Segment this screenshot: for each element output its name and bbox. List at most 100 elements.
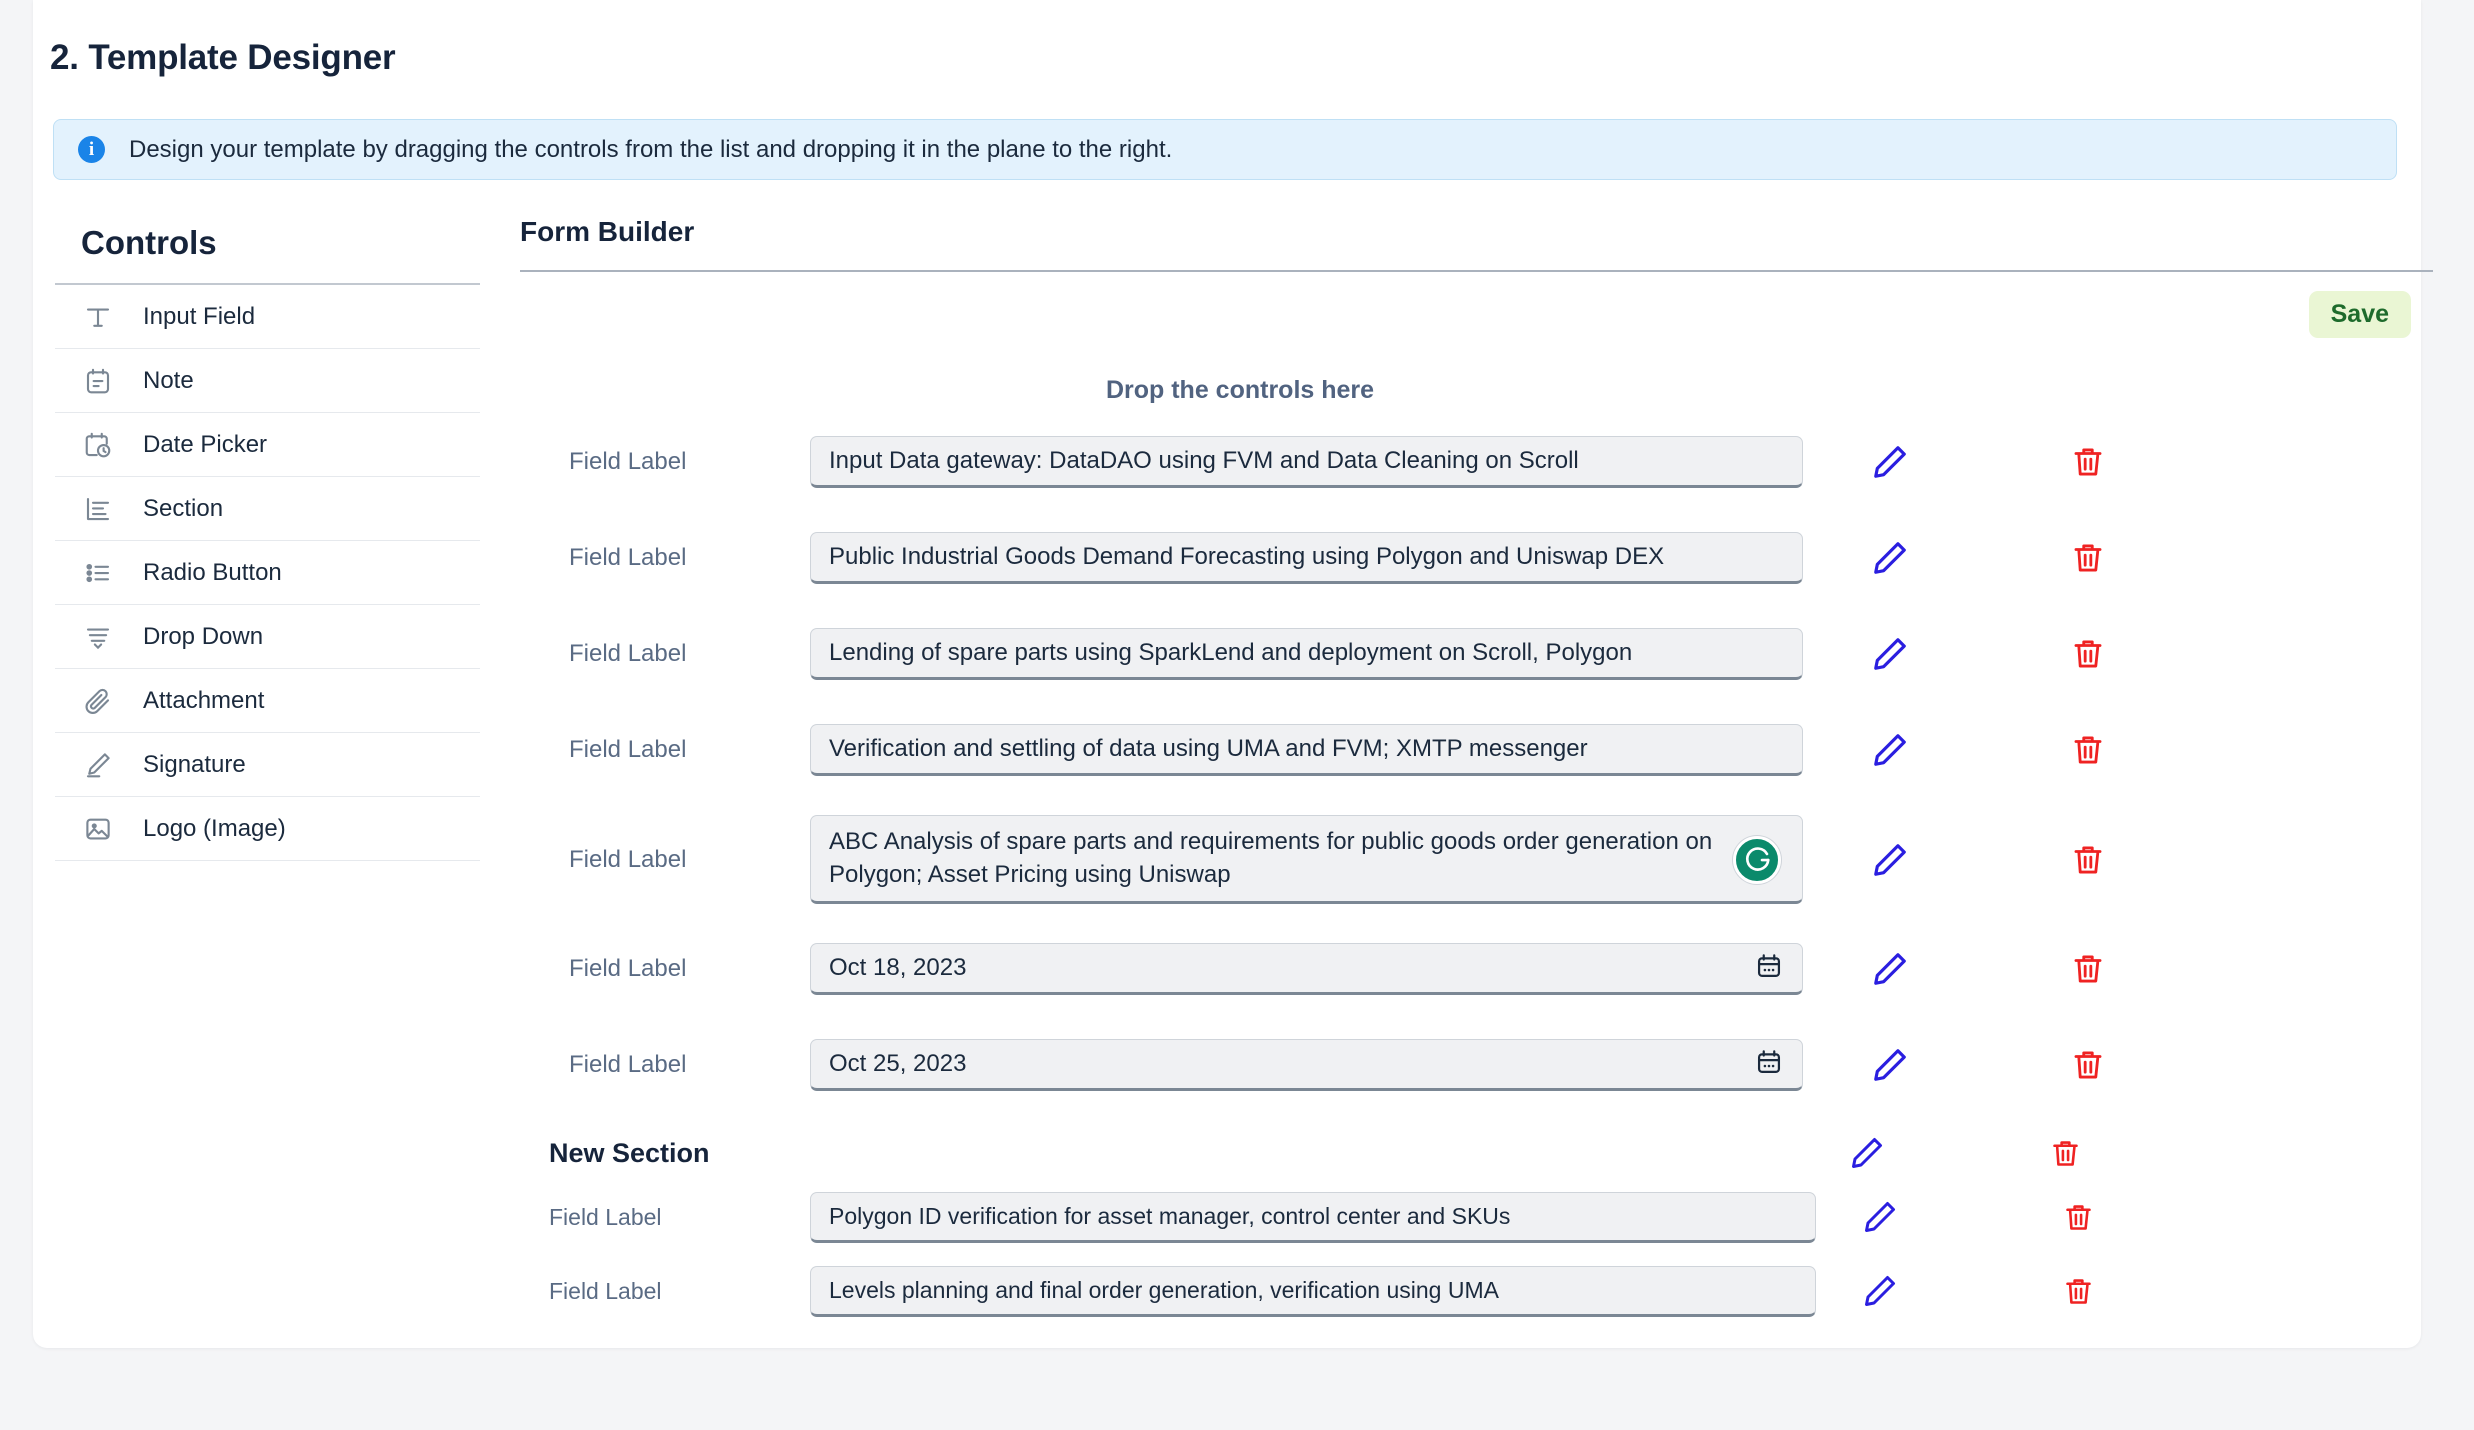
control-item-drop-down[interactable]: Drop Down [55,605,480,669]
edit-icon[interactable] [1851,1273,1909,1309]
grammarly-icon[interactable] [1733,835,1781,884]
row-actions [1858,443,2120,481]
row-actions [1858,731,2120,769]
delete-icon[interactable] [2049,1276,2107,1307]
row-control: Input Data gateway: DataDAO using FVM an… [810,436,1803,488]
form-row: Field Label Lending of spare parts using… [520,623,2433,685]
row-control: Lending of spare parts using SparkLend a… [810,628,1803,680]
control-label: Section [143,494,224,522]
field-label: Field Label [569,845,687,873]
form-row: Field Label Public Industrial Goods Dema… [520,527,2433,589]
edit-icon[interactable] [1858,443,1922,481]
calendar-icon[interactable] [1755,1049,1783,1082]
controls-panel: Controls Input Field Note Date Picker Se… [55,224,480,861]
date-picker-icon [81,428,115,462]
row-actions [1851,1273,2107,1309]
edit-icon[interactable] [1858,539,1922,577]
delete-icon[interactable] [2036,1138,2094,1169]
edit-icon[interactable] [1858,950,1922,988]
form-rows: Field Label Input Data gateway: DataDAO … [520,431,2433,1322]
row-control: Public Industrial Goods Demand Forecasti… [810,532,1803,584]
row-control: Oct 25, 2023 [810,1039,1803,1092]
control-item-note[interactable]: Note [55,349,480,413]
field-label: Field Label [549,1277,662,1304]
field-label: Field Label [569,955,687,983]
field-label: Field Label [569,1051,687,1079]
row-actions [1851,1199,2107,1235]
control-item-radio-button[interactable]: Radio Button [55,541,480,605]
calendar-icon[interactable] [1755,953,1783,986]
section-title: New Section [549,1137,710,1168]
text-input[interactable]: Input Data gateway: DataDAO using FVM an… [810,436,1803,488]
text-t-icon [81,300,115,334]
control-label: Logo (Image) [143,814,286,842]
info-banner: i Design your template by dragging the c… [53,119,2397,180]
delete-icon[interactable] [2049,1202,2107,1233]
field-label: Field Label [549,1203,662,1230]
row-control: ABC Analysis of spare parts and requirem… [810,815,1803,905]
delete-icon[interactable] [2056,445,2120,479]
row-control: Verification and settling of data using … [810,724,1803,776]
date-input[interactable]: Oct 25, 2023 [810,1039,1803,1092]
signature-pen-icon [81,748,115,782]
text-input[interactable]: Polygon ID verification for asset manage… [810,1191,1816,1243]
controls-list: Input Field Note Date Picker Section Rad… [55,283,480,861]
info-icon: i [78,136,105,163]
control-label: Input Field [143,302,256,330]
delete-icon[interactable] [2056,733,2120,767]
save-button[interactable]: Save [2308,291,2411,338]
control-label: Note [143,366,194,394]
edit-icon[interactable] [1858,841,1922,879]
row-actions [1858,841,2120,879]
row-actions [1858,1046,2120,1084]
row-control: Polygon ID verification for asset manage… [810,1191,1816,1243]
form-row: Field Label Oct 25, 2023 [520,1034,2433,1096]
delete-icon[interactable] [2056,843,2120,877]
form-builder-title: Form Builder [520,216,2433,272]
delete-icon[interactable] [2056,952,2120,986]
row-control: Oct 18, 2023 [810,943,1803,996]
edit-icon[interactable] [1858,1046,1922,1084]
row-actions [1858,635,2120,673]
control-item-section[interactable]: Section [55,477,480,541]
control-item-input-field[interactable]: Input Field [55,285,480,349]
edit-icon[interactable] [1858,635,1922,673]
form-row: Field Label Oct 18, 2023 [520,938,2433,1000]
control-label: Date Picker [143,430,268,458]
form-row: Field Label ABC Analysis of spare parts … [520,815,2433,905]
field-label: Field Label [569,736,687,763]
row-actions [1858,539,2120,577]
text-input[interactable]: Public Industrial Goods Demand Forecasti… [810,532,1803,584]
date-input[interactable]: Oct 18, 2023 [810,943,1803,996]
image-icon [81,812,115,846]
edit-icon[interactable] [1838,1135,1896,1171]
controls-heading: Controls [81,224,217,261]
section-header-row: New Section [520,1130,2433,1176]
delete-icon[interactable] [2056,1048,2120,1082]
text-input[interactable]: Levels planning and final order generati… [810,1265,1816,1317]
field-label: Field Label [569,640,687,667]
edit-icon[interactable] [1858,731,1922,769]
paperclip-icon [81,684,115,718]
delete-icon[interactable] [2056,541,2120,575]
control-label: Radio Button [143,558,282,586]
field-label: Field Label [569,544,687,571]
form-section-block: New Section Field Label Polygon ID verif… [520,1130,2433,1322]
form-row: Field Label Verification and settling of… [520,719,2433,781]
control-item-signature[interactable]: Signature [55,733,480,797]
textarea-input[interactable]: ABC Analysis of spare parts and requirem… [810,815,1803,905]
edit-icon[interactable] [1851,1199,1909,1235]
drop-hint-text: Drop the controls here [1105,376,1375,404]
radio-list-icon [81,556,115,590]
control-label: Drop Down [143,622,264,650]
control-item-logo-image[interactable]: Logo (Image) [55,797,480,861]
note-icon [81,364,115,398]
drop-down-icon [81,620,115,654]
control-label: Signature [143,750,246,778]
delete-icon[interactable] [2056,637,2120,671]
text-input[interactable]: Verification and settling of data using … [810,724,1803,776]
control-item-date-picker[interactable]: Date Picker [55,413,480,477]
template-designer-card: 2. Template Designer i Design your templ… [33,0,2433,1348]
control-item-attachment[interactable]: Attachment [55,669,480,733]
text-input[interactable]: Lending of spare parts using SparkLend a… [810,628,1803,680]
